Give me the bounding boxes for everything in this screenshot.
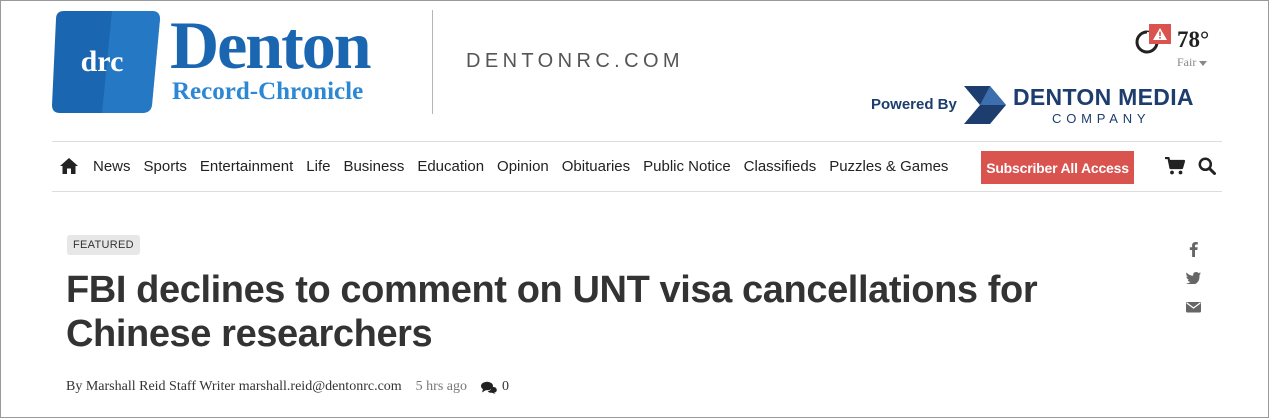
header-divider [432, 10, 433, 114]
weather-temperature: 78° [1177, 27, 1210, 52]
search-icon[interactable] [1198, 157, 1216, 175]
article-timestamp: 5 hrs ago [415, 379, 467, 394]
logo-subtitle: Record-Chronicle [172, 78, 364, 105]
weather-condition[interactable]: Fair [1177, 55, 1208, 70]
nav-item-sports[interactable]: Sports [144, 158, 187, 175]
comments-icon [481, 381, 497, 394]
facebook-share-button[interactable] [1184, 240, 1202, 258]
nav-item-education[interactable]: Education [417, 158, 484, 175]
denton-media-suffix: COMPANY [1052, 111, 1151, 126]
nav-item-entertainment[interactable]: Entertainment [200, 158, 293, 175]
subscriber-all-access-button[interactable]: Subscriber All Access [981, 151, 1134, 184]
nav-item-news[interactable]: News [93, 158, 131, 175]
weather-alert-icon[interactable] [1149, 24, 1171, 44]
site-logo[interactable]: drc Denton Record-Chronicle [52, 9, 400, 115]
cart-icon[interactable] [1165, 157, 1185, 175]
logo-name: Denton [170, 7, 372, 83]
twitter-icon [1185, 272, 1201, 284]
site-url[interactable]: DENTONRC.COM [466, 50, 684, 73]
denton-media-name: DENTON MEDIA [1013, 84, 1194, 110]
article-byline: By Marshall Reid Staff Writer marshall.r… [66, 379, 509, 395]
featured-badge[interactable]: FEATURED [67, 235, 140, 255]
email-share-button[interactable] [1184, 298, 1202, 316]
home-icon[interactable] [59, 157, 79, 175]
nav-item-classifieds[interactable]: Classifieds [744, 158, 817, 175]
denton-media-logo-icon[interactable] [962, 84, 1008, 126]
email-icon [1185, 302, 1201, 313]
drc-logo-mark: drc [52, 11, 160, 113]
facebook-icon [1189, 242, 1198, 257]
nav-item-obituaries[interactable]: Obituaries [562, 158, 630, 175]
powered-by-label: Powered By [871, 96, 957, 113]
comment-count: 0 [502, 379, 509, 394]
comments-link[interactable]: 0 [481, 379, 509, 395]
nav-menu: News Sports Entertainment Life Business … [93, 142, 961, 191]
nav-item-opinion[interactable]: Opinion [497, 158, 549, 175]
weather-condition-label: Fair [1177, 55, 1197, 69]
article-headline: FBI declines to comment on UNT visa canc… [66, 269, 1038, 355]
nav-item-public-notice[interactable]: Public Notice [643, 158, 731, 175]
chevron-down-icon [1199, 60, 1208, 66]
main-navigation: News Sports Entertainment Life Business … [52, 141, 1222, 192]
warning-triangle-icon [1153, 28, 1167, 40]
twitter-share-button[interactable] [1184, 269, 1202, 287]
nav-item-puzzles-games[interactable]: Puzzles & Games [829, 158, 948, 175]
nav-item-life[interactable]: Life [306, 158, 330, 175]
nav-item-business[interactable]: Business [343, 158, 404, 175]
byline-author[interactable]: By Marshall Reid Staff Writer marshall.r… [66, 379, 402, 395]
weather-widget[interactable]: 78° Fair [1133, 24, 1223, 70]
logo-abbrev: drc [81, 45, 124, 78]
